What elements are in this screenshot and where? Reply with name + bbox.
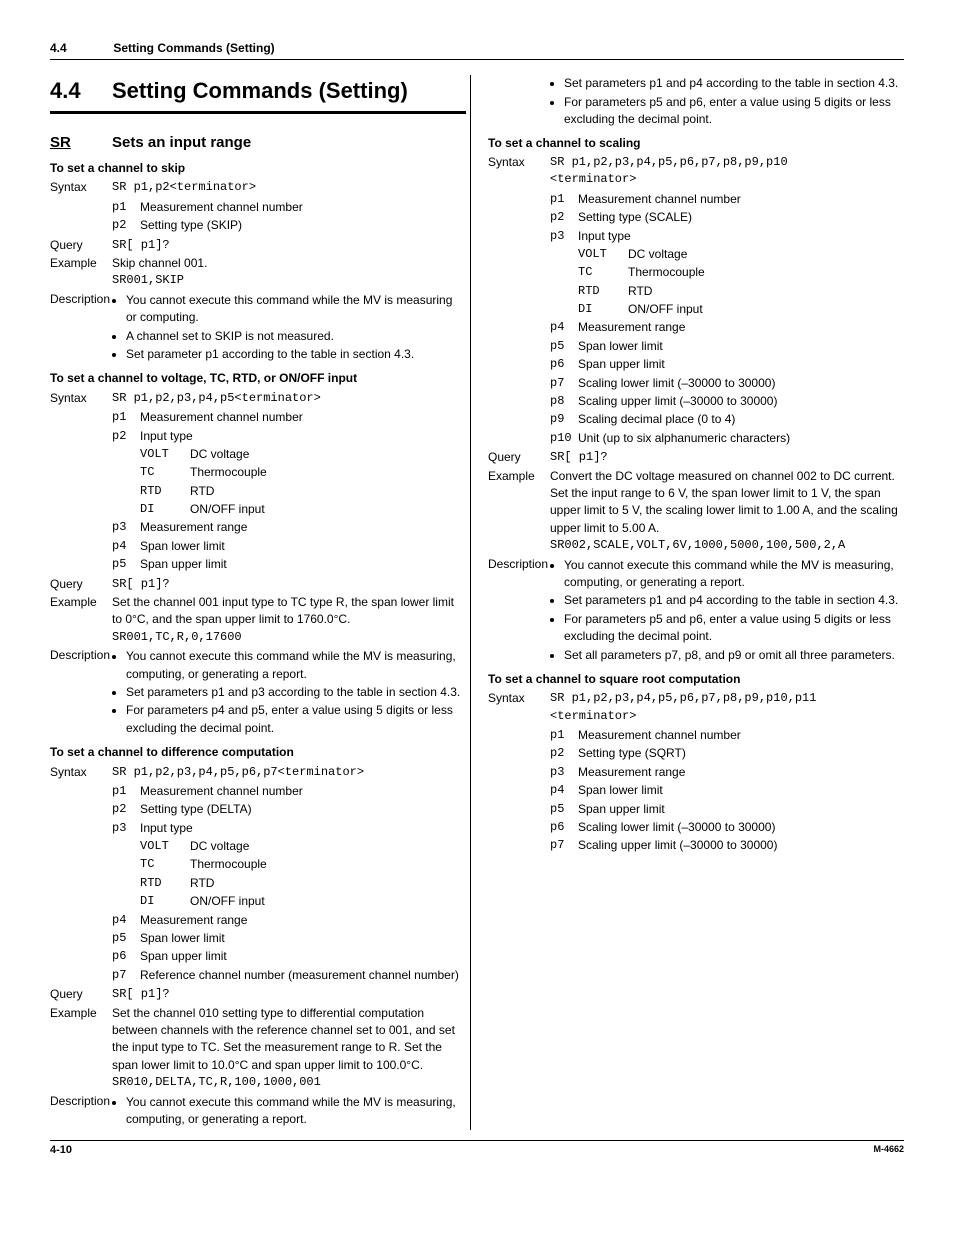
subhead-scale: To set a channel to scaling	[488, 135, 904, 152]
subhead-sqrt: To set a channel to square root computat…	[488, 671, 904, 688]
section-title: 4.4 Setting Commands (Setting)	[50, 75, 466, 107]
content-columns: 4.4 Setting Commands (Setting) SR Sets a…	[50, 75, 904, 1130]
subhead-volt: To set a channel to voltage, TC, RTD, or…	[50, 370, 466, 387]
syntax: SR p1,p2<terminator>	[112, 179, 466, 196]
title-rule	[50, 111, 466, 114]
subhead-delta: To set a channel to difference computati…	[50, 744, 466, 761]
header-section-title: Setting Commands (Setting)	[113, 41, 274, 55]
page-number: 4-10	[50, 1143, 72, 1159]
command-title: SR Sets an input range	[50, 132, 466, 154]
page-footer: 4-10 M-4662	[50, 1140, 904, 1159]
header-section-num: 4.4	[50, 40, 110, 57]
doc-number: M-4662	[873, 1143, 904, 1159]
subhead-skip: To set a channel to skip	[50, 160, 466, 177]
running-header: 4.4 Setting Commands (Setting)	[50, 40, 904, 60]
